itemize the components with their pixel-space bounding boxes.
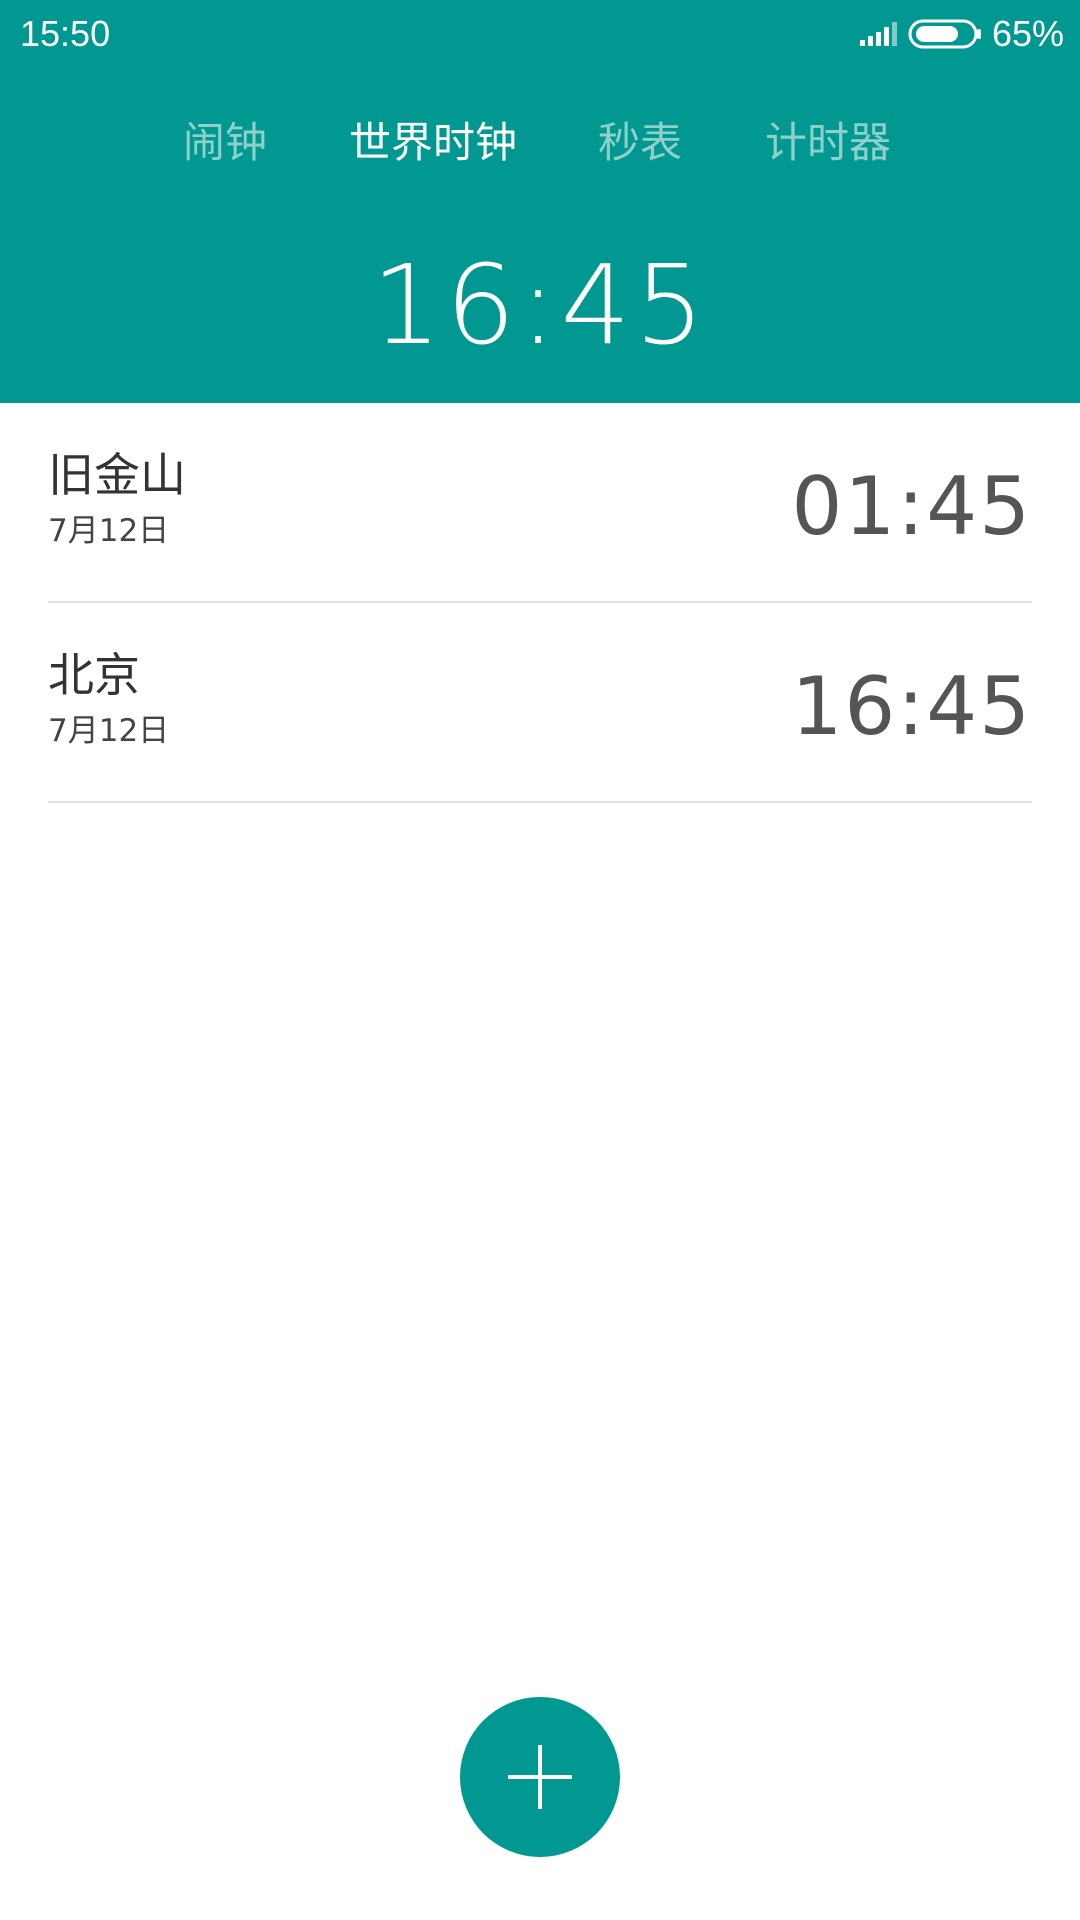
tab-world-clock[interactable]: 世界时钟 xyxy=(349,108,517,178)
tab-alarm[interactable]: 闹钟 xyxy=(183,108,267,178)
city-time: 01:45 xyxy=(791,460,1032,553)
city-name: 北京 xyxy=(48,648,140,702)
add-city-button[interactable] xyxy=(460,1697,620,1857)
city-time: 16:45 xyxy=(791,660,1032,753)
battery-percentage: 65% xyxy=(991,13,1064,54)
local-time-display: 16:45 xyxy=(371,241,709,369)
battery-icon xyxy=(908,19,981,49)
world-clock-list: 旧金山 7月12日 01:45 北京 7月12日 16:45 xyxy=(0,403,1080,803)
list-item[interactable]: 北京 7月12日 16:45 xyxy=(48,603,1032,803)
status-time: 15:50 xyxy=(20,13,111,54)
tab-timer[interactable]: 计时器 xyxy=(765,108,891,178)
status-indicators: 65% xyxy=(859,12,1064,56)
city-date: 7月12日 xyxy=(48,513,170,549)
plus-icon xyxy=(508,1745,572,1809)
list-item[interactable]: 旧金山 7月12日 01:45 xyxy=(48,403,1032,603)
tab-bar: 闹钟 世界时钟 秒表 计时器 xyxy=(0,108,1080,178)
city-name: 旧金山 xyxy=(48,448,186,502)
tab-stopwatch[interactable]: 秒表 xyxy=(598,108,682,178)
status-bar: 15:50 65% xyxy=(0,0,1080,70)
city-date: 7月12日 xyxy=(48,713,170,749)
header: 15:50 65% 闹钟 世界时钟 秒表 计时器 16:45 xyxy=(0,0,1080,403)
signal-icon xyxy=(859,22,897,46)
